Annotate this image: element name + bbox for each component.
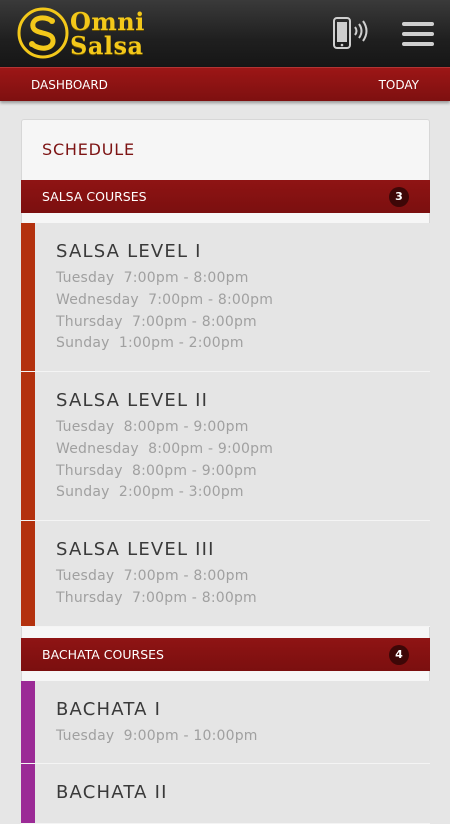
course-accent-bar bbox=[21, 681, 35, 763]
course-times: Tuesday 8:00pm - 9:00pm Wednesday 8:00pm… bbox=[56, 417, 273, 504]
course-times: Tuesday 7:00pm - 8:00pm Thursday 7:00pm … bbox=[56, 566, 257, 610]
section-header-bachata[interactable]: BACHATA COURSES 4 bbox=[21, 638, 430, 671]
course-name: SALSA LEVEL III bbox=[56, 539, 215, 560]
course-name: BACHATA I bbox=[56, 699, 162, 720]
section-label: SALSA COURSES bbox=[42, 189, 147, 204]
nav-today-link[interactable]: TODAY bbox=[379, 78, 419, 92]
course-time: Thursday 8:00pm - 9:00pm bbox=[56, 462, 257, 479]
course-time: Sunday 1:00pm - 2:00pm bbox=[56, 335, 244, 352]
course-time: Tuesday 9:00pm - 10:00pm bbox=[56, 728, 258, 744]
course-time: Thursday 7:00pm - 8:00pm bbox=[56, 313, 257, 330]
course-name: SALSA LEVEL I bbox=[56, 241, 202, 262]
course-item-bachata-1[interactable]: BACHATA I Tuesday 9:00pm - 10:00pm bbox=[21, 681, 430, 764]
course-accent-bar bbox=[21, 223, 35, 371]
course-name: SALSA LEVEL II bbox=[56, 390, 209, 411]
course-accent-bar bbox=[21, 372, 35, 520]
course-item-salsa-level-2[interactable]: SALSA LEVEL II Tuesday 8:00pm - 9:00pm W… bbox=[21, 372, 430, 521]
course-time: Wednesday 7:00pm - 8:00pm bbox=[56, 291, 274, 308]
course-time: Sunday 2:00pm - 3:00pm bbox=[56, 484, 244, 501]
course-time: Tuesday 7:00pm - 8:00pm bbox=[56, 568, 249, 584]
main-menu-button[interactable] bbox=[396, 20, 436, 50]
course-times: Tuesday 7:00pm - 8:00pm Wednesday 7:00pm… bbox=[56, 268, 273, 355]
course-count-badge: 4 bbox=[389, 645, 409, 665]
course-time: Wednesday 8:00pm - 9:00pm bbox=[56, 440, 274, 457]
section-header-salsa[interactable]: SALSA COURSES 3 bbox=[21, 180, 430, 213]
course-time: Thursday 7:00pm - 8:00pm bbox=[56, 589, 257, 606]
course-count-badge: 3 bbox=[389, 187, 409, 207]
sub-navigation: DASHBOARD TODAY bbox=[0, 67, 450, 101]
course-item-salsa-level-1[interactable]: SALSA LEVEL I Tuesday 7:00pm - 8:00pm We… bbox=[21, 223, 430, 372]
course-item-bachata-2[interactable]: BACHATA II bbox=[21, 764, 430, 824]
course-times: Tuesday 9:00pm - 10:00pm bbox=[56, 726, 258, 748]
section-label: BACHATA COURSES bbox=[42, 647, 164, 662]
app-logo[interactable]: Omni Salsa bbox=[16, 6, 166, 62]
phone-vibrate-icon bbox=[333, 17, 368, 49]
schedule-card: SCHEDULE SALSA COURSES 3 SALSA LEVEL I T… bbox=[21, 119, 430, 824]
course-accent-bar bbox=[21, 521, 35, 626]
logo-word-salsa: Salsa bbox=[70, 31, 144, 60]
nav-dashboard-link[interactable]: DASHBOARD bbox=[31, 78, 108, 92]
app-header: Omni Salsa bbox=[0, 0, 450, 67]
schedule-title: SCHEDULE bbox=[42, 140, 135, 159]
course-time: Tuesday 7:00pm - 8:00pm bbox=[56, 270, 249, 286]
call-button[interactable] bbox=[330, 16, 370, 52]
course-time: Tuesday 8:00pm - 9:00pm bbox=[56, 419, 249, 435]
course-item-salsa-level-3[interactable]: SALSA LEVEL III Tuesday 7:00pm - 8:00pm … bbox=[21, 521, 430, 627]
omnisalsa-s-logo-icon bbox=[17, 7, 69, 59]
course-accent-bar bbox=[21, 764, 35, 823]
